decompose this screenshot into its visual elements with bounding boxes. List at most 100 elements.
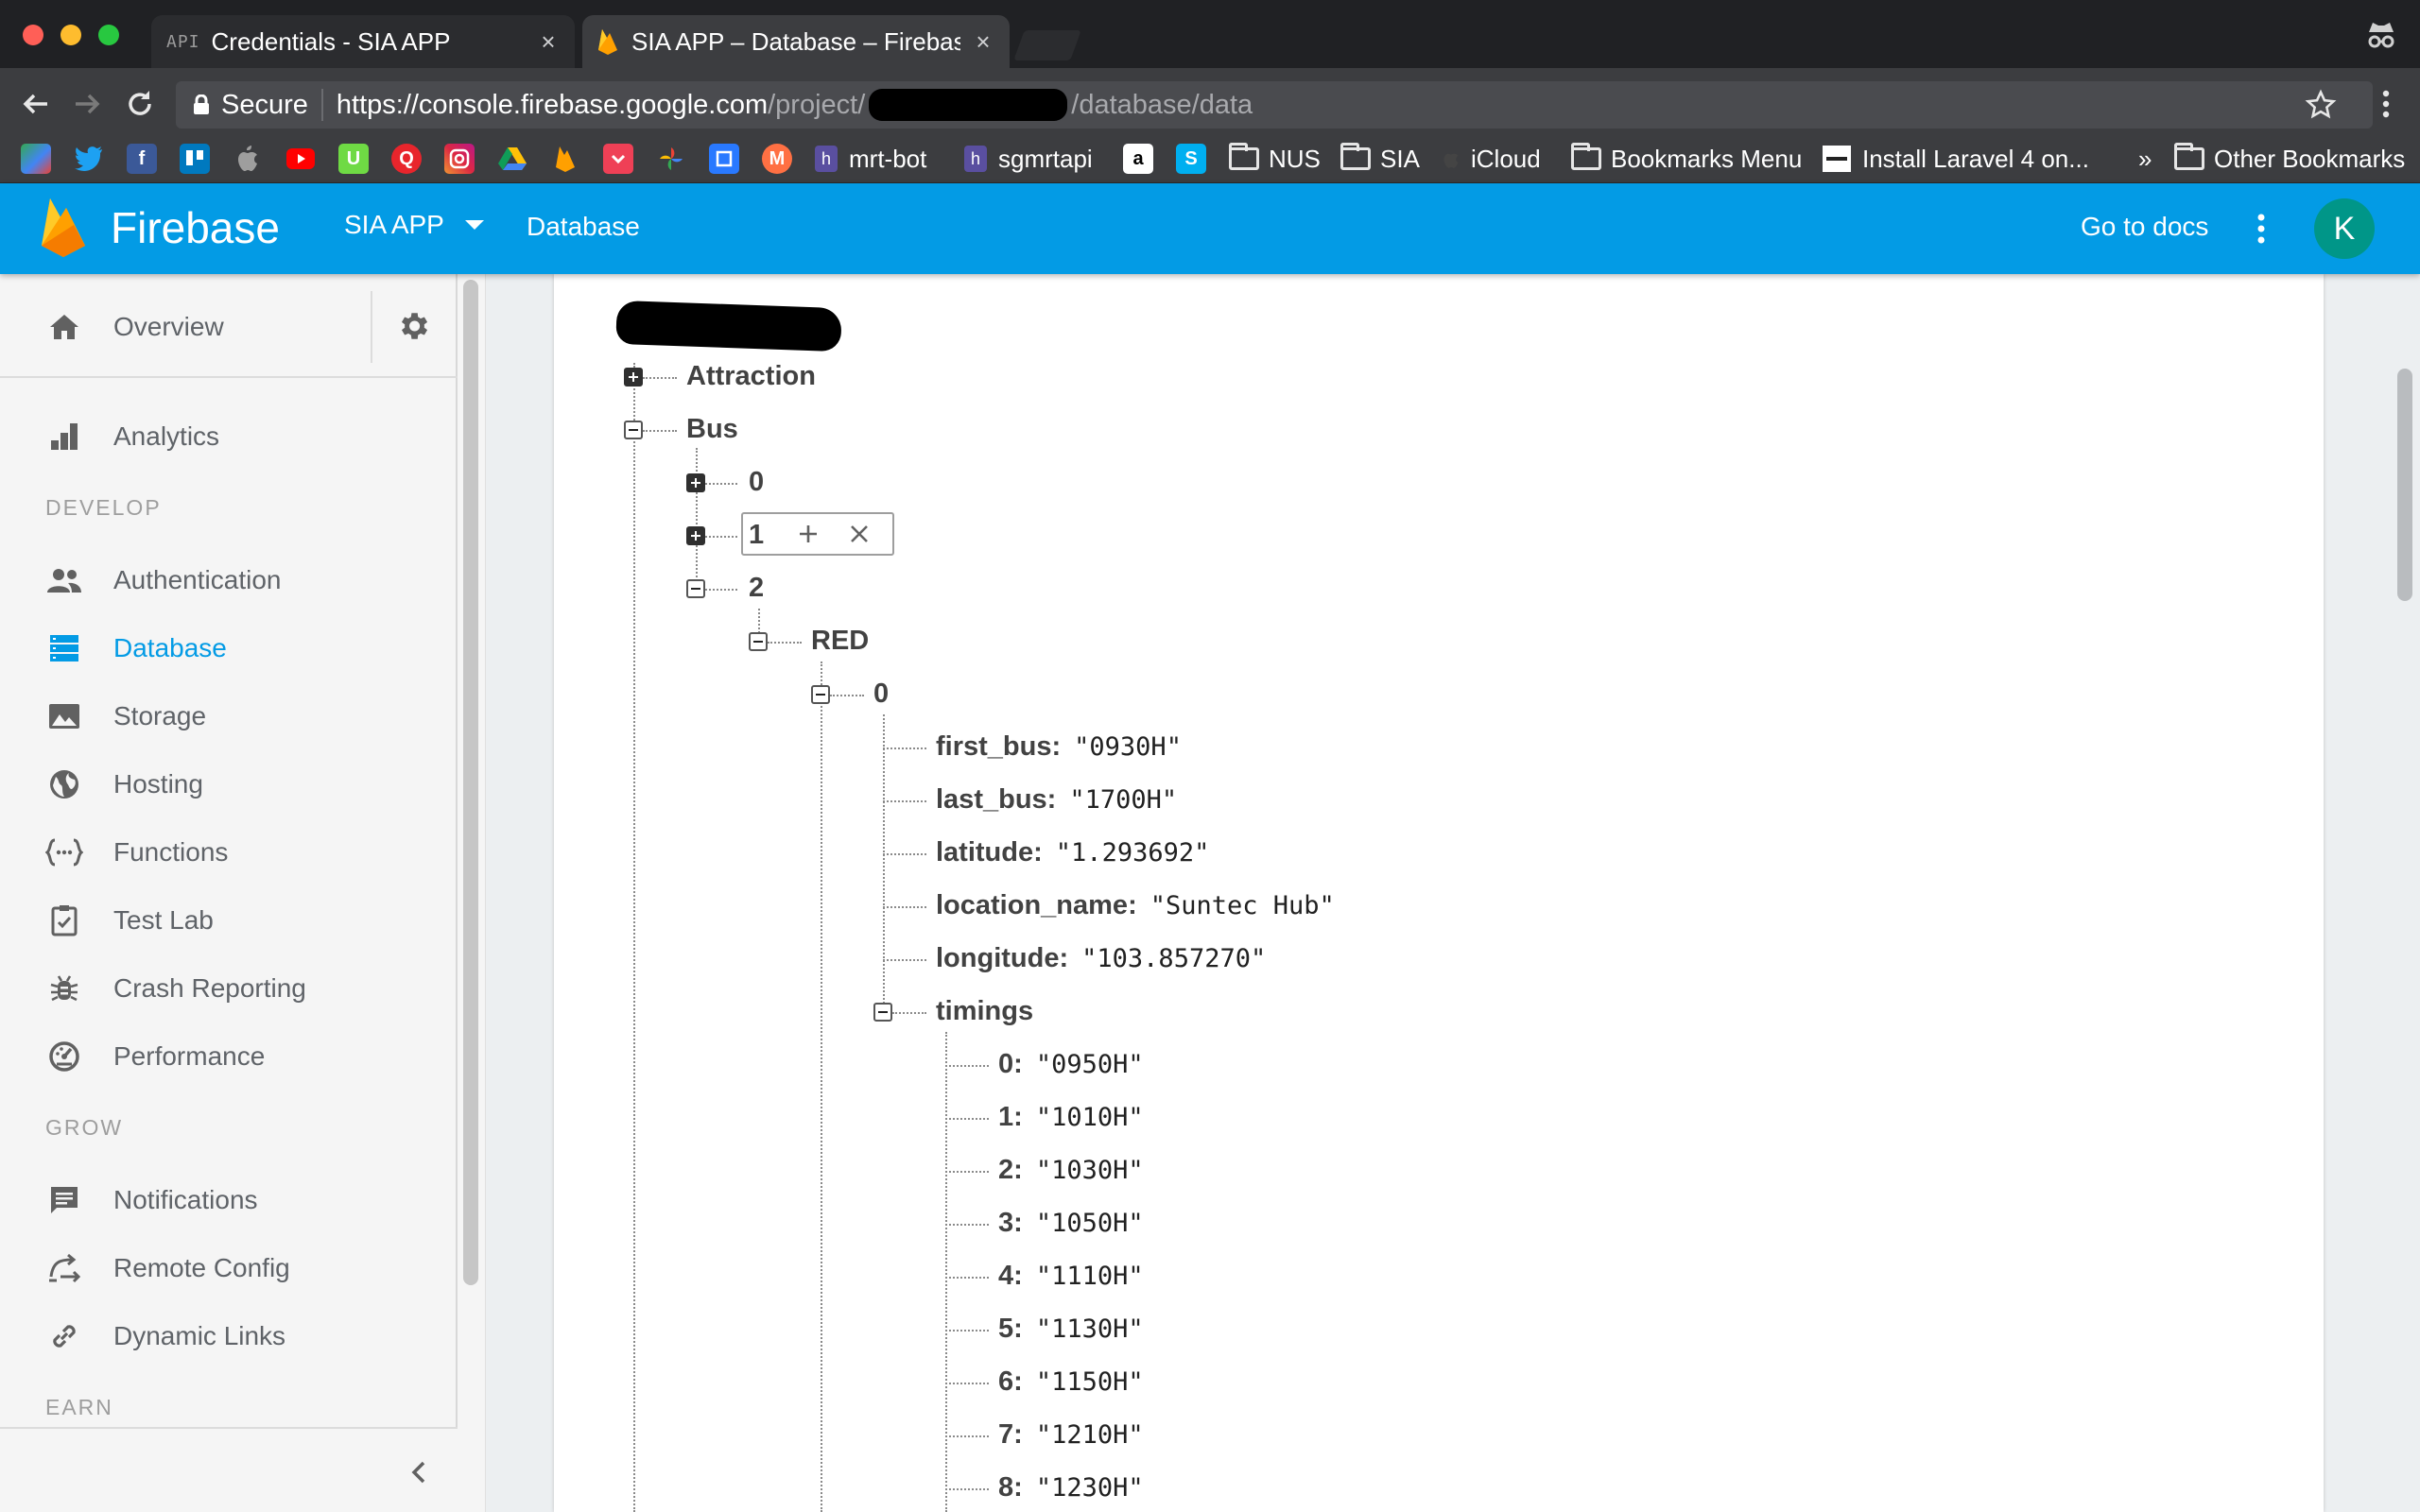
node-value[interactable]: "Suntec Hub"	[1150, 891, 1335, 920]
collapse-minus-icon[interactable]	[686, 579, 705, 598]
google-photos-icon[interactable]	[656, 144, 686, 174]
firebase-bookmark-icon[interactable]	[550, 144, 580, 174]
window-zoom-button[interactable]	[98, 25, 119, 45]
settings-gear-icon[interactable]	[395, 308, 431, 344]
window-close-button[interactable]	[23, 25, 43, 45]
sidebar-item-authentication[interactable]: Authentication	[0, 550, 458, 610]
new-tab-button[interactable]	[1013, 30, 1081, 60]
tree-node-bus-2[interactable]: 2	[749, 571, 764, 605]
bookmark-nus[interactable]: NUS	[1229, 142, 1321, 176]
bookmark-bookmarks-menu[interactable]: Bookmarks Menu	[1571, 142, 1802, 176]
bookmark-icloud[interactable]: iCloud	[1443, 142, 1541, 176]
address-bar[interactable]: Secure https://console.firebase.google.c…	[176, 81, 2373, 129]
sidebar-item-performance[interactable]: Performance	[0, 1026, 458, 1087]
tree-leaf-location-name[interactable]: location_name: "Suntec Hub"	[936, 888, 1335, 923]
upwork-icon[interactable]: U	[338, 144, 369, 174]
node-value[interactable]: "103.857270"	[1081, 944, 1266, 973]
amazon-icon[interactable]: a	[1123, 144, 1153, 174]
collapse-sidebar-chevron-icon[interactable]	[405, 1453, 435, 1491]
tree-node-timings[interactable]: timings	[936, 994, 1033, 1028]
tree-leaf-timing[interactable]: 8: "1230H"	[998, 1470, 1144, 1505]
expand-plus-icon[interactable]	[686, 526, 705, 545]
window-minimize-button[interactable]	[60, 25, 81, 45]
sidebar-item-dynamic-links[interactable]: Dynamic Links	[0, 1306, 458, 1366]
collapse-minus-icon[interactable]	[811, 685, 830, 704]
tree-node-red-0[interactable]: 0	[873, 677, 889, 711]
sidebar-scrollbar-thumb[interactable]	[463, 280, 478, 1285]
instagram-icon[interactable]	[444, 144, 475, 174]
bookmark-sia[interactable]: SIA	[1340, 142, 1420, 176]
node-value[interactable]: "1150H"	[1036, 1367, 1144, 1397]
crop-tool-icon[interactable]	[709, 144, 739, 174]
back-button[interactable]	[17, 85, 55, 123]
sidebar-item-hosting[interactable]: Hosting	[0, 754, 458, 815]
firebase-wordmark[interactable]: Firebase	[111, 202, 280, 253]
collapse-minus-icon[interactable]	[873, 1003, 892, 1022]
sidebar-item-overview[interactable]: Overview	[0, 297, 369, 357]
node-value[interactable]: "1010H"	[1036, 1103, 1144, 1132]
sidebar-item-analytics[interactable]: Analytics	[0, 406, 458, 467]
tree-leaf-timing[interactable]: 6: "1150H"	[998, 1365, 1144, 1400]
sidebar-item-database[interactable]: Database	[0, 618, 458, 679]
node-value[interactable]: "1130H"	[1036, 1314, 1144, 1344]
tree-node-bus-0[interactable]: 0	[749, 465, 764, 499]
sidebar-item-crash-reporting[interactable]: Crash Reporting	[0, 958, 458, 1019]
tree-leaf-timing[interactable]: 2: "1030H"	[998, 1153, 1144, 1188]
sidebar-item-storage[interactable]: Storage	[0, 686, 458, 747]
close-icon[interactable]: ×	[537, 27, 560, 57]
quora-icon[interactable]: Q	[391, 144, 422, 174]
expand-plus-icon[interactable]	[686, 473, 705, 492]
collapse-minus-icon[interactable]	[624, 421, 643, 439]
sidebar-item-functions[interactable]: Functions	[0, 822, 458, 883]
pocket-icon[interactable]	[603, 144, 633, 174]
youtube-icon[interactable]	[285, 144, 316, 174]
tree-leaf-latitude[interactable]: latitude: "1.293692"	[936, 835, 1209, 870]
tree-node-bus-1[interactable]: 1	[749, 518, 764, 552]
trello-icon[interactable]	[180, 144, 210, 174]
node-value[interactable]: "1110H"	[1036, 1262, 1144, 1291]
sidebar-item-remote-config[interactable]: Remote Config	[0, 1238, 458, 1298]
node-value[interactable]: "1230H"	[1036, 1473, 1144, 1503]
collapse-minus-icon[interactable]	[749, 632, 768, 651]
tree-leaf-timing[interactable]: 4: "1110H"	[998, 1259, 1144, 1294]
node-value[interactable]: "1030H"	[1036, 1156, 1144, 1185]
tree-node-bus[interactable]: Bus	[686, 412, 738, 446]
tree-leaf-timing[interactable]: 1: "1010H"	[998, 1100, 1144, 1135]
sidebar-item-notifications[interactable]: Notifications	[0, 1170, 458, 1230]
forward-button[interactable]	[68, 85, 106, 123]
go-to-docs-link[interactable]: Go to docs	[2081, 212, 2208, 242]
tree-node-red[interactable]: RED	[811, 624, 869, 658]
tree-leaf-longitude[interactable]: longitude: "103.857270"	[936, 941, 1266, 976]
bookmark-star-icon[interactable]	[2305, 89, 2337, 121]
tree-leaf-first-bus[interactable]: first_bus: "0930H"	[936, 730, 1182, 765]
bookmark-mrt-bot[interactable]: h mrt-bot	[815, 142, 926, 176]
close-icon[interactable]: ×	[972, 27, 994, 57]
tree-leaf-timing[interactable]: 0: "0950H"	[998, 1047, 1144, 1082]
google-drive-icon[interactable]	[497, 144, 527, 174]
tab-database[interactable]: SIA APP – Database – Firebase ×	[582, 15, 1010, 68]
node-value[interactable]: "1.293692"	[1056, 838, 1210, 868]
bookmark-sgmrtapi[interactable]: h sgmrtapi	[964, 142, 1093, 176]
node-value[interactable]: "0930H"	[1074, 732, 1182, 762]
bookmark-other-bookmarks[interactable]: Other Bookmarks	[2174, 142, 2405, 176]
node-value[interactable]: "1050H"	[1036, 1209, 1144, 1238]
project-selector[interactable]: SIA APP	[344, 210, 484, 240]
tab-credentials[interactable]: API Credentials - SIA APP ×	[151, 15, 575, 68]
expand-plus-icon[interactable]	[624, 368, 643, 387]
avatar[interactable]: K	[2314, 198, 2375, 259]
reload-button[interactable]	[121, 85, 159, 123]
sidebar-item-test-lab[interactable]: Test Lab	[0, 890, 458, 951]
tree-leaf-last-bus[interactable]: last_bus: "1700H"	[936, 782, 1177, 817]
main-scrollbar-thumb[interactable]	[2397, 369, 2412, 601]
bookmark-install-laravel[interactable]: Install Laravel 4 on...	[1823, 142, 2089, 176]
node-value[interactable]: "0950H"	[1036, 1050, 1144, 1079]
facebook-icon[interactable]: f	[127, 144, 157, 174]
bookmarks-overflow-button[interactable]: »	[2138, 142, 2152, 176]
more-vert-icon[interactable]	[2252, 210, 2271, 248]
tree-leaf-timing[interactable]: 7: "1210H"	[998, 1418, 1144, 1452]
medium-icon[interactable]: M	[762, 144, 792, 174]
twitter-icon[interactable]	[74, 144, 104, 174]
apple-icon[interactable]	[233, 144, 263, 174]
node-value[interactable]: "1700H"	[1069, 785, 1177, 815]
tree-leaf-timing[interactable]: 3: "1050H"	[998, 1206, 1144, 1241]
